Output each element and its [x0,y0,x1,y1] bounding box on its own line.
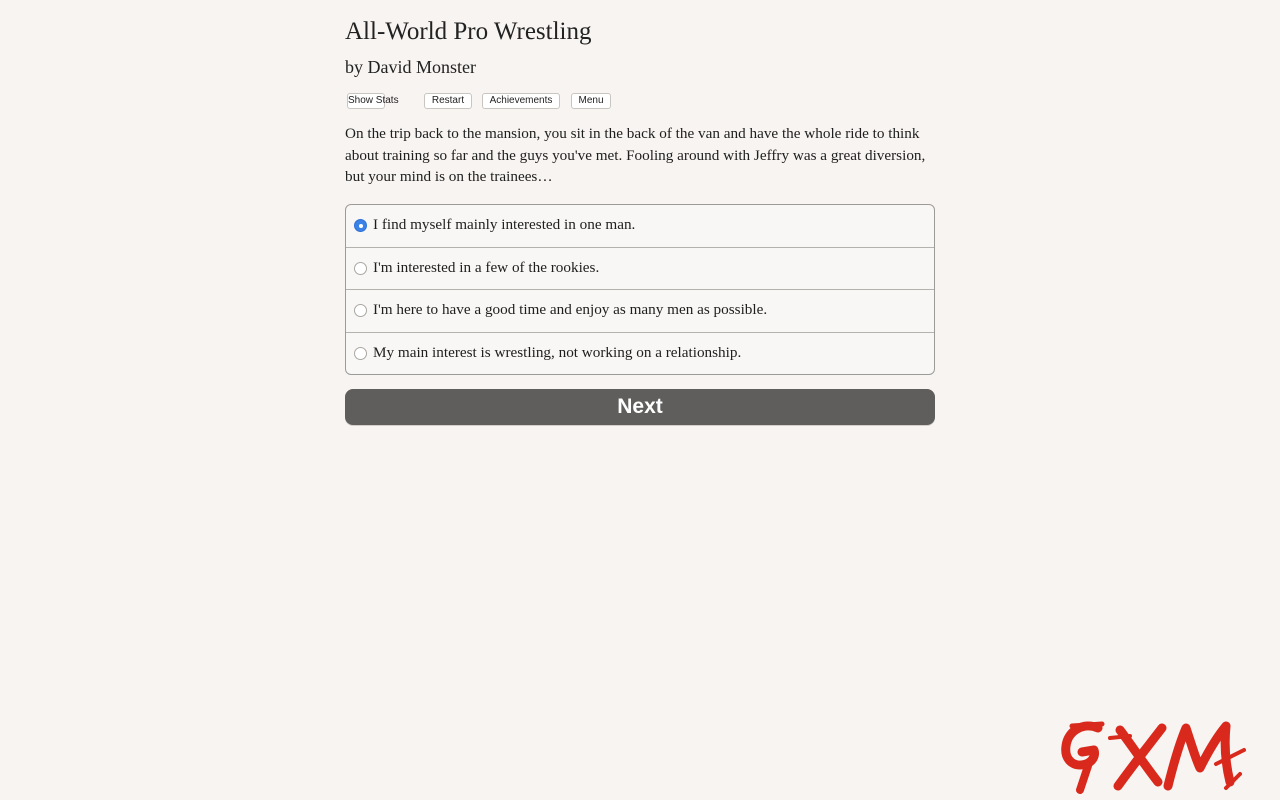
game-title: All-World Pro Wrestling [345,18,592,45]
achievements-button[interactable]: Achievements [482,93,560,109]
choice-option[interactable]: My main interest is wrestling, not worki… [346,333,934,375]
toolbar: Show Stats Restart Achievements Menu [347,93,647,109]
radio-button[interactable] [354,304,367,317]
choice-label: My main interest is wrestling, not worki… [373,343,742,361]
choice-label: I find myself mainly interested in one m… [373,216,636,233]
story-text: On the trip back to the mansion, you sit… [345,125,926,186]
gxm-logo [1061,721,1246,794]
choice-label: I'm interested in a few of the rookies. [373,258,600,276]
choice-label: I'm here to have a good time and enjoy a… [373,301,768,318]
game-author: by David Monster [345,57,476,77]
choice-option[interactable]: I'm interested in a few of the rookies. [346,248,934,290]
radio-button[interactable] [354,219,367,232]
next-button[interactable]: Next [345,389,935,425]
show-stats-button[interactable]: Show Stats [347,93,399,109]
restart-button[interactable]: Restart [424,93,472,109]
menu-button[interactable]: Menu [571,93,611,109]
choice-list: I find myself mainly interested in one m… [345,204,935,375]
choice-option[interactable]: I'm here to have a good time and enjoy a… [346,290,934,333]
radio-button[interactable] [354,346,367,360]
radio-button[interactable] [354,261,367,275]
choice-option[interactable]: I find myself mainly interested in one m… [346,205,934,248]
